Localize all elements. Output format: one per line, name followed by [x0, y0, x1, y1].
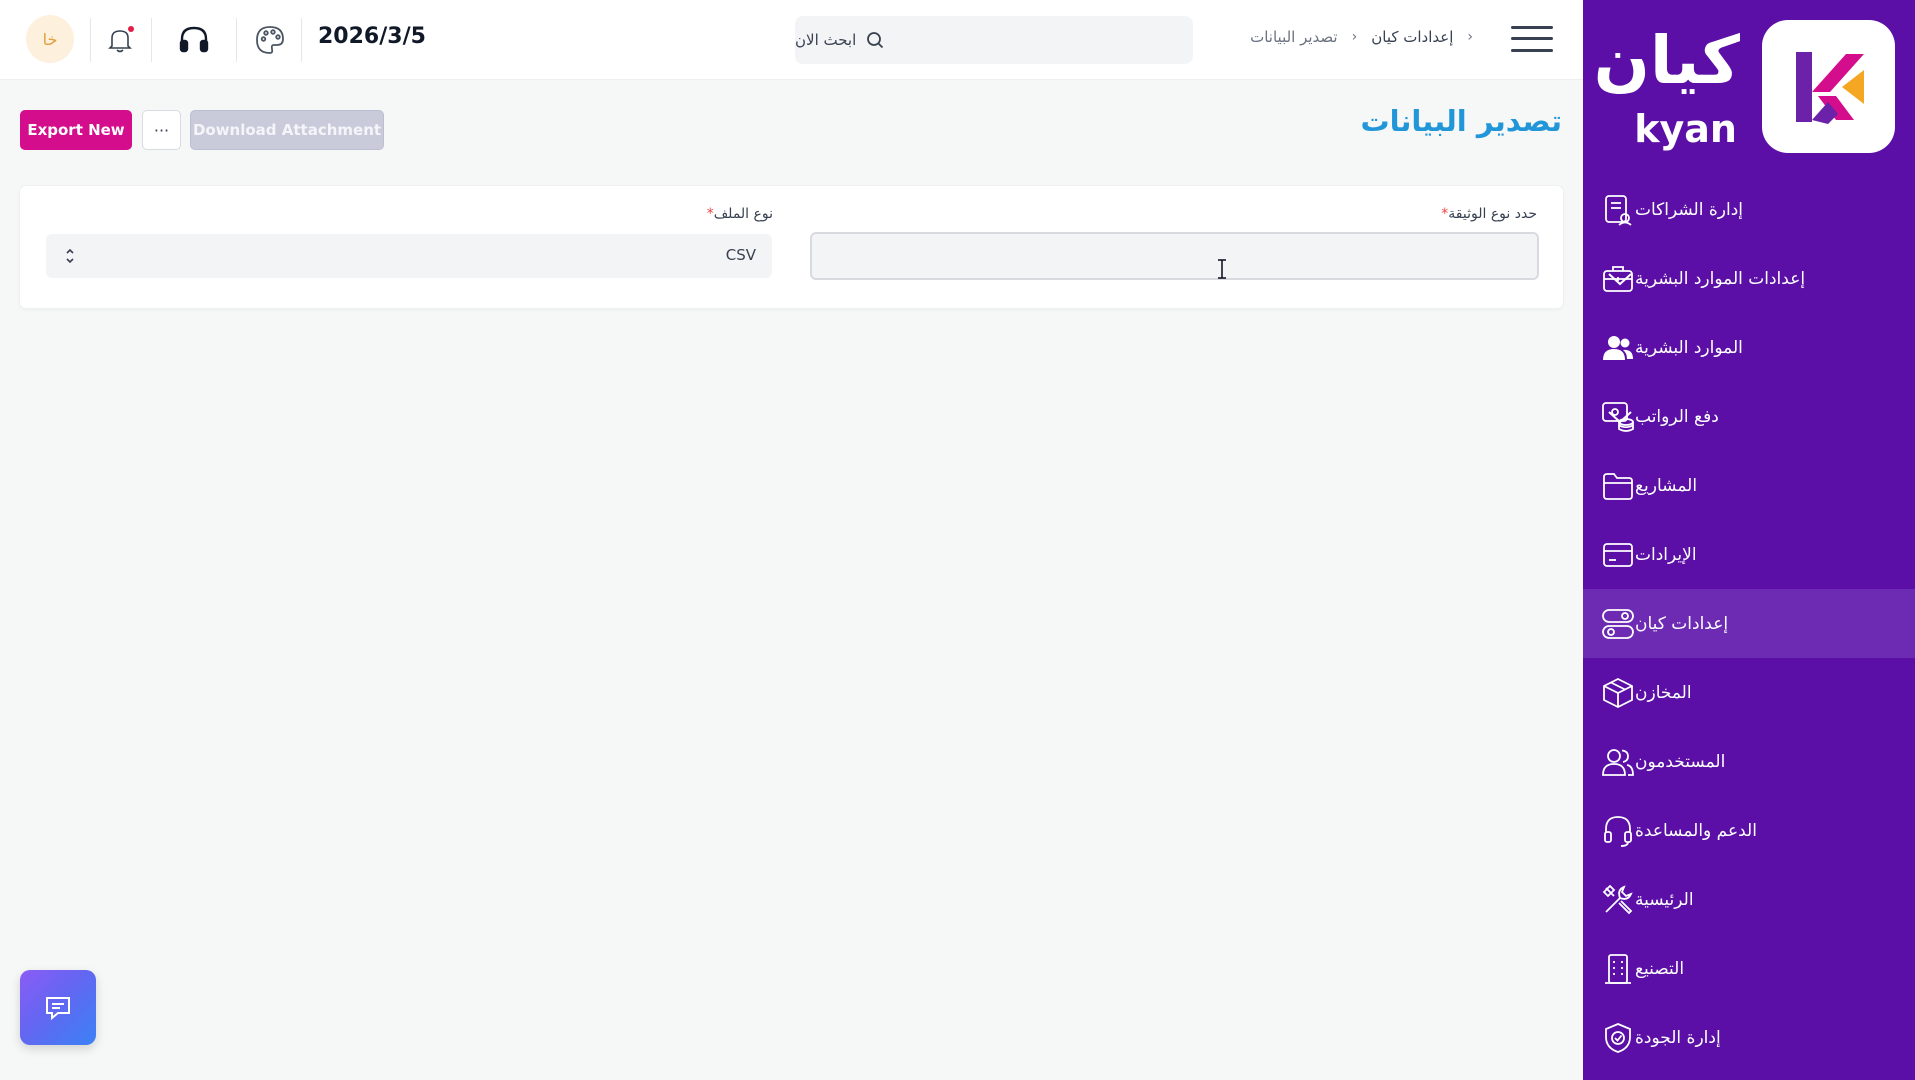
divider: [236, 18, 237, 62]
sidebar-item-label: إعدادات الموارد البشرية: [1635, 268, 1806, 289]
sidebar-item-quality[interactable]: إدارة الجودة: [1583, 1003, 1915, 1072]
search-placeholder: ابحث الان: [795, 31, 857, 49]
sidebar-item-hr-settings[interactable]: إعدادات الموارد البشرية: [1583, 244, 1915, 313]
select-arrows-icon: [66, 248, 74, 264]
tools-icon: [1601, 883, 1635, 917]
bell-icon[interactable]: [102, 22, 138, 58]
breadcrumb-parent[interactable]: إعدادات كيان: [1371, 28, 1453, 46]
sidebar-item-partnerships[interactable]: إدارة الشراكات: [1583, 175, 1915, 244]
users-icon: [1601, 331, 1635, 365]
page-title: تصدير البيانات: [1360, 104, 1562, 138]
hamburger-menu-icon[interactable]: [1511, 24, 1553, 54]
export-form-card: حدد نوع الوثيقة* نوع الملف* CSV: [20, 186, 1563, 308]
sidebar-item-label: التصنيع: [1635, 958, 1685, 979]
search-icon: [867, 32, 884, 49]
building-icon: [1601, 952, 1635, 986]
sidebar-item-manufacturing[interactable]: التصنيع: [1583, 934, 1915, 1003]
chevron-down-icon[interactable]: [1607, 271, 1633, 287]
toggles-icon: [1601, 607, 1635, 641]
brand-logo[interactable]: كيان kyan: [1594, 20, 1895, 155]
notification-dot: [128, 26, 134, 32]
download-attachment-button[interactable]: Download Attachment: [190, 110, 384, 150]
export-new-button[interactable]: Export New: [20, 110, 132, 150]
shield-check-icon: [1601, 1021, 1635, 1055]
breadcrumb-separator-icon: ‹: [1351, 29, 1358, 45]
brand-name-english: kyan: [1634, 107, 1737, 151]
top-bar: ‹ إعدادات كيان ‹ تصدير البيانات ابحث الا…: [0, 0, 1583, 80]
sidebar-item-users[interactable]: المستخدمون: [1583, 727, 1915, 796]
headset-icon[interactable]: [176, 22, 212, 58]
breadcrumb: ‹ إعدادات كيان ‹ تصدير البيانات: [1250, 28, 1473, 46]
doc-type-input[interactable]: [810, 232, 1539, 280]
sidebar-item-warehouses[interactable]: المخازن: [1583, 658, 1915, 727]
sidebar-item-label: دفع الرواتب: [1635, 406, 1719, 427]
sidebar-item-label: المستخدمون: [1635, 751, 1726, 772]
breadcrumb-separator-icon: ‹: [1467, 29, 1473, 45]
kyan-logo-icon: [1762, 20, 1895, 153]
sidebar-item-label: المشاريع: [1635, 475, 1698, 496]
file-type-select[interactable]: CSV: [46, 234, 772, 278]
breadcrumb-current: تصدير البيانات: [1250, 28, 1338, 46]
box-icon: [1601, 676, 1635, 710]
file-type-label: نوع الملف*: [703, 206, 773, 222]
sidebar-item-label: الموارد البشرية: [1635, 337, 1743, 358]
required-marker: *: [706, 206, 714, 222]
brand-name-arabic: كيان: [1593, 22, 1740, 99]
sidebar-item-projects[interactable]: المشاريع: [1583, 451, 1915, 520]
sidebar-item-label: إدارة الشراكات: [1635, 199, 1743, 220]
sidebar-item-label: المخازن: [1635, 682, 1692, 703]
document-user-icon: [1601, 193, 1635, 227]
divider: [151, 18, 152, 62]
chat-icon: [46, 996, 70, 1020]
avatar[interactable]: خا: [26, 15, 74, 63]
folder-icon: [1601, 469, 1635, 503]
sidebar-item-label: الرئيسية: [1635, 889, 1694, 910]
sidebar-item-kyan-settings[interactable]: إعدادات كيان: [1583, 589, 1915, 658]
file-type-label-text: نوع الملف: [713, 206, 773, 222]
file-type-value: CSV: [725, 246, 756, 264]
sidebar-item-label: إدارة الجودة: [1635, 1027, 1721, 1048]
sidebar: كيان kyan إدارة الشراكات إعدادات الموارد…: [1583, 0, 1915, 1080]
current-date: 2026/3/5: [318, 24, 426, 49]
sidebar-item-support[interactable]: الدعم والمساعدة: [1583, 796, 1915, 865]
sidebar-item-hr[interactable]: الموارد البشرية: [1583, 313, 1915, 382]
doc-type-label: حدد نوع الوثيقة*: [1437, 206, 1537, 222]
chat-button[interactable]: [20, 970, 96, 1045]
more-options-button[interactable]: ···: [142, 110, 181, 150]
sidebar-nav: إدارة الشراكات إعدادات الموارد البشرية ا…: [1583, 175, 1915, 1072]
sidebar-item-home[interactable]: الرئيسية: [1583, 865, 1915, 934]
sidebar-item-label: الدعم والمساعدة: [1635, 820, 1757, 841]
chevron-down-icon[interactable]: [1607, 409, 1633, 425]
divider: [301, 18, 302, 62]
credit-card-icon: [1601, 538, 1635, 572]
sidebar-item-revenues[interactable]: الإيرادات: [1583, 520, 1915, 589]
sidebar-item-label: الإيرادات: [1635, 544, 1697, 565]
sidebar-item-label: إعدادات كيان: [1635, 613, 1729, 634]
palette-icon[interactable]: [252, 22, 288, 58]
text-cursor-icon: [1218, 259, 1226, 279]
user-group-icon: [1601, 745, 1635, 779]
divider: [90, 18, 91, 62]
headset-icon: [1601, 814, 1635, 848]
search-input[interactable]: ابحث الان: [795, 16, 1193, 64]
doc-type-label-text: حدد نوع الوثيقة: [1448, 206, 1537, 222]
sidebar-item-payroll[interactable]: دفع الرواتب: [1583, 382, 1915, 451]
